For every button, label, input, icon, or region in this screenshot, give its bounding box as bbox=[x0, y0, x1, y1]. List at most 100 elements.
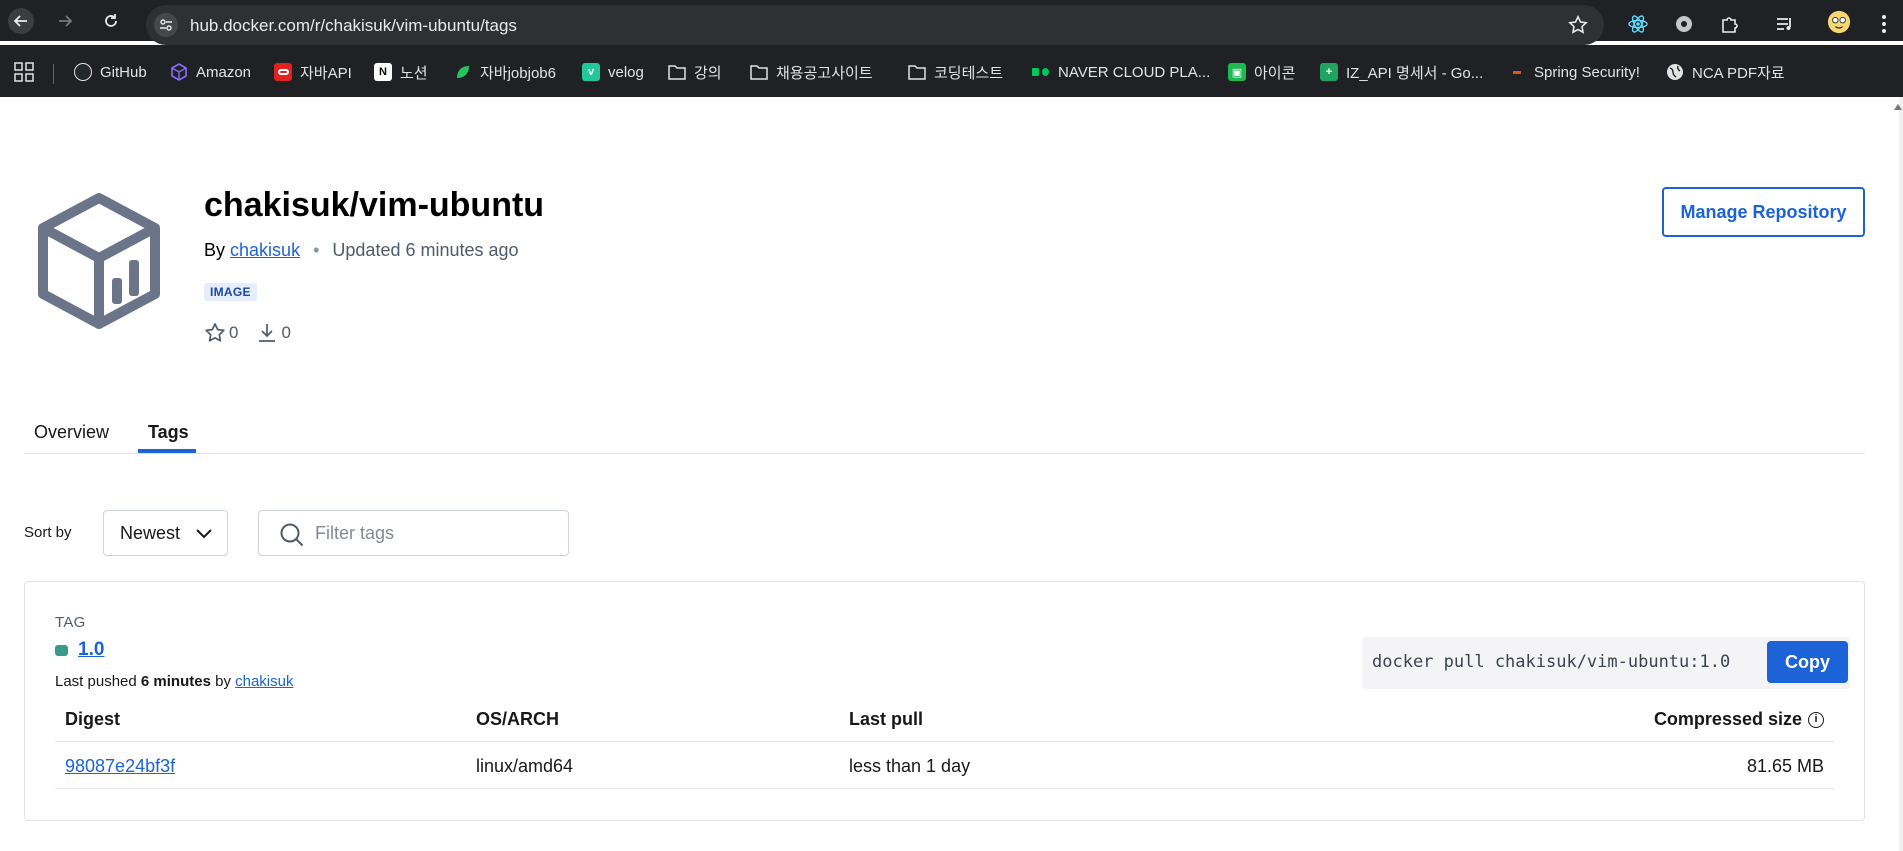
globe-icon bbox=[1666, 63, 1684, 81]
pulls-count: 0 bbox=[281, 323, 291, 342]
bookmarks-bar: GitHub Amazon 자바API N 노션 자바jobjob6 v vel… bbox=[0, 45, 1903, 97]
pull-command[interactable]: docker pull chakisuk/vim-ubuntu:1.0 bbox=[1372, 652, 1730, 672]
table-row: 98087e24bf3f linux/amd64 less than 1 day… bbox=[55, 742, 1834, 789]
compressed-size-label: Compressed size bbox=[1653, 709, 1802, 729]
last-pushed-time: 6 minutes bbox=[140, 673, 211, 690]
bookmark-nca-pdf[interactable]: NCA PDF자료 bbox=[1666, 61, 1785, 83]
os-arch-value: linux/amd64 bbox=[476, 756, 574, 776]
naver-cloud-icon bbox=[1032, 63, 1050, 81]
compressed-size-value: 81.65 MB bbox=[1746, 756, 1824, 776]
extensions-puzzle-icon[interactable] bbox=[1717, 12, 1741, 36]
icon-site-icon: ▣ bbox=[1228, 63, 1246, 81]
arrow-right-icon bbox=[59, 15, 73, 27]
pusher-link[interactable]: chakisuk bbox=[235, 673, 293, 690]
by-label: By bbox=[204, 240, 226, 260]
sort-select[interactable]: Newest bbox=[103, 510, 228, 556]
reload-button[interactable] bbox=[98, 8, 124, 34]
bookmark-java-api[interactable]: 자바API bbox=[274, 61, 352, 83]
bookmark-label: 채용공고사이트 bbox=[776, 64, 873, 82]
reload-icon bbox=[105, 14, 117, 27]
repository-title: chakisuk/vim-ubuntu bbox=[204, 186, 545, 224]
chevron-down-icon bbox=[196, 529, 212, 539]
bookmark-label: 아이콘 bbox=[1254, 64, 1296, 82]
forward-button[interactable] bbox=[52, 8, 78, 34]
bookmark-spring-security[interactable]: Spring Security! bbox=[1508, 61, 1640, 83]
filter-tags-field[interactable] bbox=[258, 510, 569, 556]
folder-icon bbox=[750, 63, 768, 81]
repository-tabs: Overview Tags bbox=[24, 412, 1865, 454]
bookmark-label: velog bbox=[608, 63, 644, 81]
bookmark-label: Spring Security! bbox=[1534, 63, 1640, 81]
bookmark-icons[interactable]: ▣ 아이콘 bbox=[1228, 61, 1295, 83]
manage-repository-button[interactable]: Manage Repository bbox=[1662, 187, 1865, 237]
stars-stat[interactable]: 0 bbox=[204, 322, 238, 344]
sheets-icon: + bbox=[1320, 63, 1338, 81]
extension-gear-icon[interactable] bbox=[1672, 12, 1696, 36]
digest-link[interactable]: 98087e24bf3f bbox=[65, 756, 175, 777]
menu-kebab-icon[interactable] bbox=[1872, 12, 1896, 36]
tag-name-row: 1.0 bbox=[55, 639, 104, 661]
download-icon bbox=[259, 324, 276, 342]
column-header-last-pull: Last pull bbox=[849, 709, 924, 729]
last-pushed-prefix: Last pushed bbox=[55, 673, 137, 690]
column-header-os-arch: OS/ARCH bbox=[476, 709, 560, 729]
updated-text: Updated 6 minutes ago bbox=[332, 240, 519, 260]
bookmark-velog[interactable]: v velog bbox=[582, 61, 644, 83]
copy-button[interactable]: Copy bbox=[1767, 641, 1848, 683]
profile-avatar-icon[interactable] bbox=[1827, 10, 1851, 34]
dash-icon bbox=[1508, 63, 1526, 81]
bookmark-label: Amazon bbox=[196, 63, 252, 81]
bookmark-star-icon[interactable] bbox=[1568, 14, 1588, 40]
last-pull-value: less than 1 day bbox=[849, 756, 971, 776]
search-icon bbox=[280, 523, 304, 547]
filter-tags-input[interactable] bbox=[315, 520, 555, 546]
notion-icon: N bbox=[374, 63, 392, 81]
stars-count: 0 bbox=[229, 323, 239, 342]
info-icon[interactable]: i bbox=[1808, 711, 1824, 728]
tag-card: TAG 1.0 Last pushed 6 minutes by chakisu… bbox=[24, 581, 1865, 821]
repository-cube-icon bbox=[32, 190, 166, 332]
bookmark-label: GitHub bbox=[100, 63, 147, 81]
bookmark-javajob[interactable]: 자바jobjob6 bbox=[454, 61, 556, 83]
bookmark-label: 노션 bbox=[400, 64, 428, 82]
bookmark-naver-cloud[interactable]: NAVER CLOUD PLA... bbox=[1032, 61, 1210, 83]
bookmark-label: 강의 bbox=[694, 64, 722, 82]
column-header-digest: Digest bbox=[65, 709, 121, 729]
back-button[interactable] bbox=[8, 8, 34, 34]
repository-meta: By chakisuk • Updated 6 minutes ago bbox=[204, 240, 519, 261]
media-queue-icon[interactable] bbox=[1773, 12, 1797, 36]
apps-grid-icon[interactable] bbox=[14, 62, 34, 87]
react-devtools-icon[interactable] bbox=[1626, 12, 1650, 36]
bookmark-notion[interactable]: N 노션 bbox=[374, 61, 428, 83]
tag-header: TAG bbox=[55, 614, 86, 631]
scroll-up-arrow-icon[interactable] bbox=[1894, 104, 1902, 110]
bookmark-github[interactable]: GitHub bbox=[74, 61, 147, 83]
tag-status-icon bbox=[55, 644, 68, 656]
repository-stats: 0 0 bbox=[204, 322, 291, 344]
image-badge: IMAGE bbox=[204, 283, 257, 301]
bookmark-label: 자바jobjob6 bbox=[480, 64, 556, 82]
bookmark-amazon[interactable]: Amazon bbox=[170, 61, 251, 83]
owner-link[interactable]: chakisuk bbox=[230, 240, 300, 260]
bookmark-folder-jobs[interactable]: 채용공고사이트 bbox=[750, 61, 873, 83]
tag-link[interactable]: 1.0 bbox=[78, 639, 104, 661]
star-icon bbox=[205, 323, 225, 342]
page-scrollbar[interactable] bbox=[1899, 97, 1903, 851]
address-bar[interactable]: hub.docker.com/r/chakisuk/vim-ubuntu/tag… bbox=[146, 5, 1604, 45]
bookmark-folder-lectures[interactable]: 강의 bbox=[668, 61, 722, 83]
folder-icon bbox=[908, 63, 926, 81]
github-icon bbox=[74, 63, 92, 81]
url-text[interactable]: hub.docker.com/r/chakisuk/vim-ubuntu/tag… bbox=[190, 16, 517, 36]
bookmark-folder-codingtest[interactable]: 코딩테스트 bbox=[908, 61, 1003, 83]
velog-icon: v bbox=[582, 63, 600, 81]
tab-overview[interactable]: Overview bbox=[34, 422, 109, 454]
bookmark-label: NAVER CLOUD PLA... bbox=[1058, 63, 1211, 81]
last-pushed-text: Last pushed 6 minutes by chakisuk bbox=[55, 673, 293, 690]
sort-label: Sort by bbox=[24, 524, 72, 541]
bookmark-iz-api[interactable]: + IZ_API 명세서 - Go... bbox=[1320, 61, 1483, 83]
last-pushed-by: by bbox=[215, 673, 231, 690]
bookmark-label: NCA PDF자료 bbox=[1692, 64, 1785, 82]
pull-command-box: docker pull chakisuk/vim-ubuntu:1.0 Copy bbox=[1362, 637, 1850, 689]
site-info-icon[interactable] bbox=[154, 13, 178, 37]
bookmark-label: 자바API bbox=[300, 64, 352, 82]
